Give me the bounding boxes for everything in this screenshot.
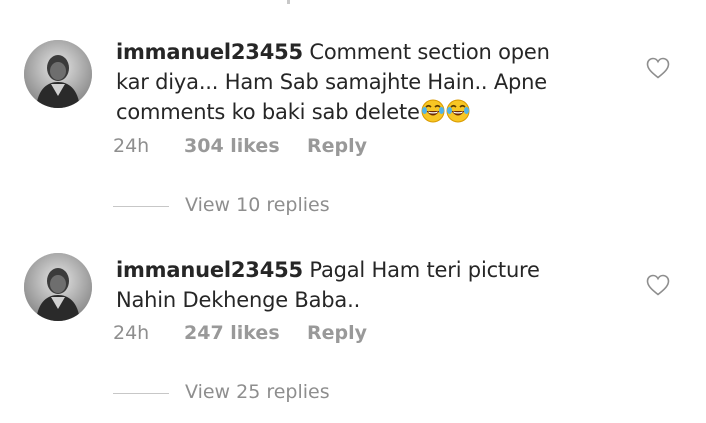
replies-divider xyxy=(113,393,169,394)
like-heart-icon[interactable] xyxy=(646,274,670,296)
view-replies-button[interactable]: View 25 replies xyxy=(113,379,513,409)
view-replies-label: View 25 replies xyxy=(185,381,330,403)
comment-text-block: immanuel23455 Pagal Ham teri picture Nah… xyxy=(116,255,586,315)
scroll-edge-marker xyxy=(287,0,290,4)
comment-timestamp: 24h xyxy=(113,135,150,157)
comment-likes[interactable]: 304 likes xyxy=(184,135,280,157)
laughing-emoji-icon xyxy=(446,99,470,123)
comment-likes[interactable]: 247 likes xyxy=(184,322,280,344)
comment-username[interactable]: immanuel23455 xyxy=(116,258,303,282)
view-replies-label: View 10 replies xyxy=(185,194,330,216)
avatar[interactable] xyxy=(24,40,92,108)
avatar-photo xyxy=(24,40,92,108)
replies-divider xyxy=(113,206,169,207)
comment-username[interactable]: immanuel23455 xyxy=(116,40,303,64)
like-heart-icon[interactable] xyxy=(646,57,670,79)
avatar[interactable] xyxy=(24,253,92,321)
laughing-emoji-icon xyxy=(421,99,445,123)
comment-timestamp: 24h xyxy=(113,322,150,344)
reply-button[interactable]: Reply xyxy=(307,322,367,344)
avatar-photo xyxy=(24,253,92,321)
view-replies-button[interactable]: View 10 replies xyxy=(113,192,513,222)
reply-button[interactable]: Reply xyxy=(307,135,367,157)
comment-text-block: immanuel23455 Comment section open kar d… xyxy=(116,37,586,127)
